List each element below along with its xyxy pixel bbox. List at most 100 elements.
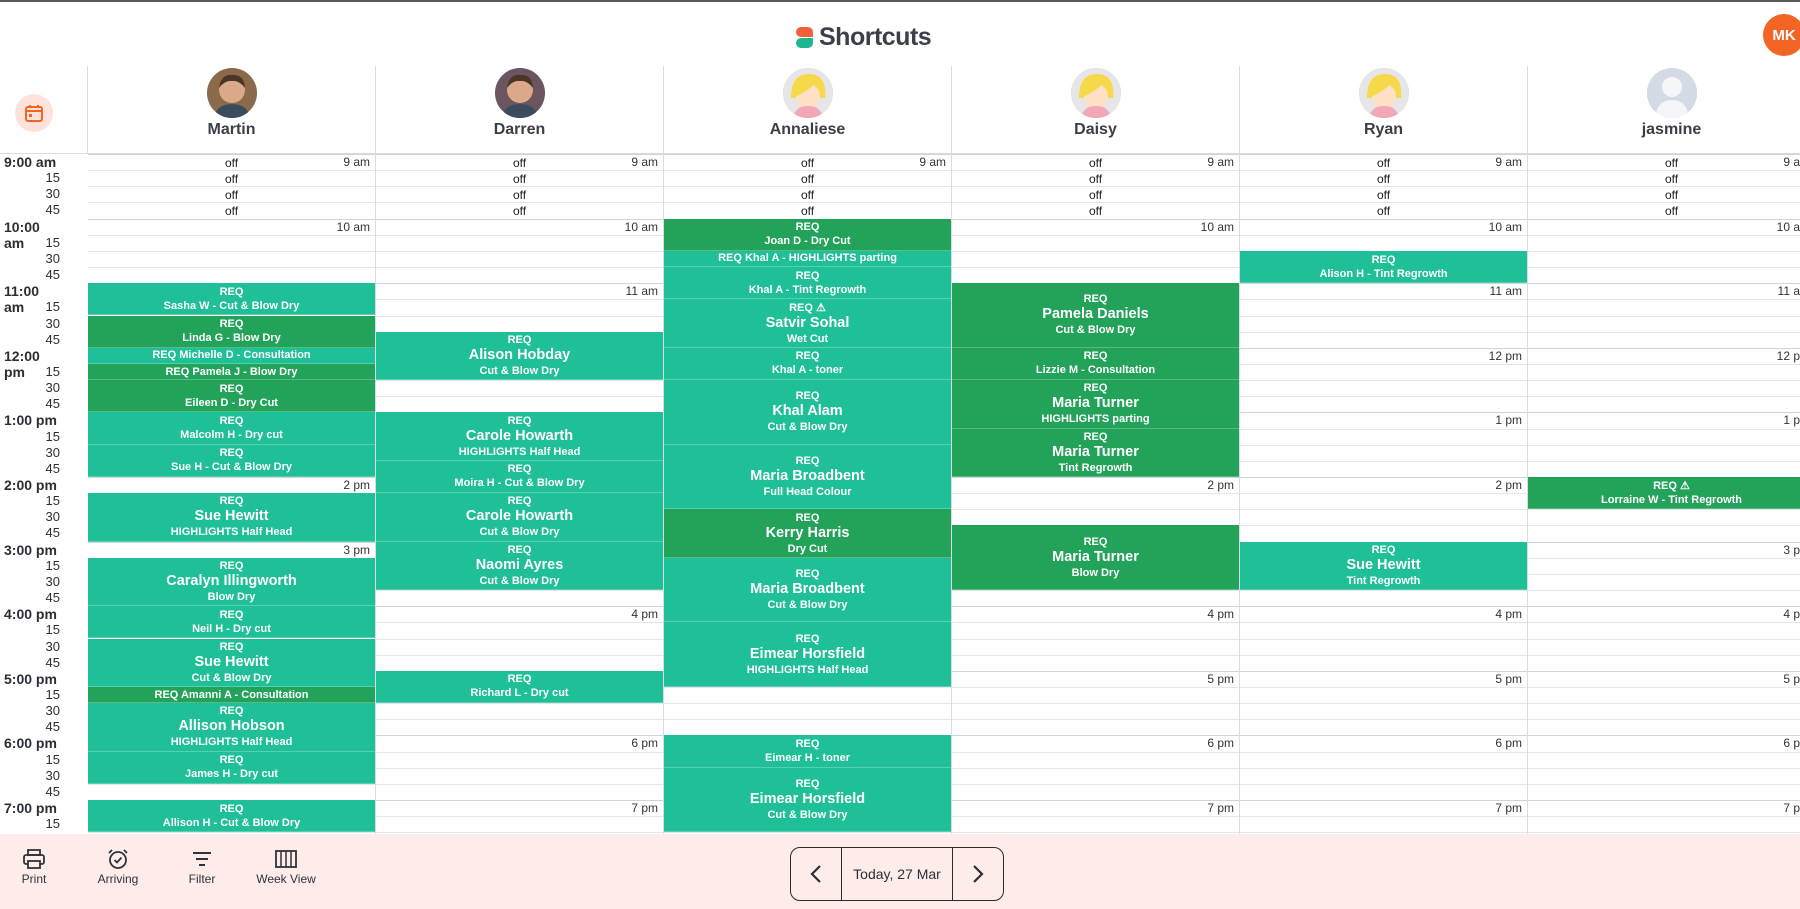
appointment-block[interactable]: REQ James H - Dry cut: [88, 751, 375, 784]
appointment-block[interactable]: REQ Pamela J - Blow Dry: [88, 363, 375, 381]
staff-header-jasmine[interactable]: jasmine: [1528, 66, 1800, 154]
appointment-block[interactable]: REQ Eimear Horsfield Cut & Blow Dry: [664, 767, 951, 833]
staff-column-annaliese[interactable]: offoffoffoff9 am10 am11 am12 pm1 pm2 pm3…: [664, 154, 952, 834]
hour-marker: 4 pm: [631, 607, 658, 622]
time-label: 45: [45, 590, 60, 606]
appointment-block[interactable]: REQ Khal A - toner: [664, 347, 951, 381]
appointment-block[interactable]: REQ Pamela Daniels Cut & Blow Dry: [952, 283, 1239, 348]
appointment-block[interactable]: REQ Maria Broadbent Cut & Blow Dry: [664, 557, 951, 623]
staff-header-ryan[interactable]: Ryan: [1240, 66, 1528, 154]
slot-divider: [376, 783, 663, 785]
staff-name: jasmine: [1641, 121, 1702, 138]
appointment-block[interactable]: REQ Kerry Harris Dry Cut: [664, 509, 951, 558]
shortcuts-logo[interactable]: Shortcuts: [796, 22, 932, 52]
staff-column-jasmine[interactable]: offoffoffoff9 am10 am11 am12 pm1 pm2 pm3…: [1528, 154, 1800, 834]
appointment-block[interactable]: REQ Linda G - Blow Dry: [88, 315, 375, 348]
client-name: Sue Hewitt: [1346, 556, 1421, 573]
slot-divider: [1240, 477, 1527, 478]
request-badge: REQ: [1083, 430, 1108, 443]
appointment-block[interactable]: REQ Neil H - Dry cut: [88, 606, 375, 639]
staff-header-daisy[interactable]: Daisy: [952, 66, 1240, 154]
hour-marker: 7 pm: [1495, 801, 1522, 815]
staff-photo: [494, 68, 545, 118]
staff-column-darren[interactable]: offoffoffoff9 am10 am11 am12 pm1 pm2 pm3…: [376, 154, 664, 834]
appointment-block[interactable]: REQ Sue Hewitt Cut & Blow Dry: [88, 638, 375, 687]
slot-divider: [1528, 751, 1800, 753]
appointment-block[interactable]: REQ Khal A - HIGHLIGHTS parting: [664, 250, 951, 268]
time-label: 45: [45, 654, 60, 670]
appointment-block[interactable]: REQ Alison H - Tint Regrowth: [1240, 250, 1527, 284]
current-date-button[interactable]: Today, 27 Mar: [841, 848, 953, 900]
next-day-button[interactable]: [953, 848, 1003, 900]
service-name: Dry Cut: [787, 542, 828, 555]
time-label: 11:00 am: [4, 283, 40, 316]
appointment-block[interactable]: REQ Naomi Ayres Cut & Blow Dry: [376, 541, 663, 591]
appointment-block[interactable]: REQ Sue Hewitt Tint Regrowth: [1240, 541, 1527, 591]
appointment-block[interactable]: REQ Carole Howarth Cut & Blow Dry: [376, 493, 663, 542]
date-picker-button[interactable]: [15, 94, 53, 132]
slot-divider: [376, 315, 663, 317]
filter-button[interactable]: Filter: [185, 846, 219, 886]
client-name: Carole Howarth: [465, 508, 574, 525]
appointment-block[interactable]: REQ Lizzie M - Consultation: [952, 347, 1239, 381]
appointment-block[interactable]: REQ Joan D - Dry Cut: [664, 218, 951, 251]
appointment-block[interactable]: REQ Moira H - Cut & Blow Dry: [376, 460, 663, 494]
printer-icon: [23, 849, 45, 869]
week-view-button[interactable]: Week View: [254, 846, 318, 886]
request-badge: REQ: [1083, 293, 1108, 306]
slot-divider: [1240, 670, 1527, 672]
arriving-button[interactable]: Arriving: [92, 846, 144, 886]
staff-header-martin[interactable]: Martin: [88, 66, 376, 154]
appointment-block[interactable]: REQ Maria Turner HIGHLIGHTS parting: [952, 380, 1239, 429]
appointment-block[interactable]: REQ ⚠ Lorraine W - Tint Regrowth: [1528, 477, 1800, 510]
appointment-block[interactable]: REQ Carole Howarth HIGHLIGHTS Half Head: [376, 412, 663, 461]
appointment-block[interactable]: REQ Sue H - Cut & Blow Dry: [88, 444, 375, 477]
appointment-block[interactable]: REQ Khal Alam Cut & Blow Dry: [664, 380, 951, 445]
user-avatar[interactable]: MK: [1763, 14, 1800, 56]
staff-column-ryan[interactable]: offoffoffoff9 am10 am11 am12 pm1 pm2 pm3…: [1240, 154, 1528, 834]
client-name: Sue Hewitt: [194, 653, 269, 670]
appointment-block[interactable]: REQ Eimear Horsfield HIGHLIGHTS Half Head: [664, 622, 951, 687]
request-badge: REQ: [1083, 382, 1108, 395]
request-badge: REQ: [219, 318, 244, 331]
time-label: 15: [45, 170, 60, 186]
appointment-block[interactable]: REQ Allison Hobson HIGHLIGHTS Half Head: [88, 703, 375, 752]
request-badge: REQ: [219, 447, 244, 460]
appointment-block[interactable]: REQ Khal A - Tint Regrowth: [664, 267, 951, 300]
hour-marker: 11 am: [1489, 284, 1522, 299]
appointment-block[interactable]: REQ ⚠ Satvir Sohal Wet Cut: [664, 299, 951, 348]
appointment-block[interactable]: REQ Michelle D - Consultation: [88, 347, 375, 364]
hour-marker: 5 pm: [1495, 671, 1522, 686]
slot-divider: [376, 800, 663, 801]
appointment-block[interactable]: REQ Malcolm H - Dry cut: [88, 412, 375, 445]
appointment-block[interactable]: REQ Eileen D - Dry Cut: [88, 380, 375, 413]
client-name: Naomi Ayres: [475, 556, 564, 573]
off-marker: off: [224, 188, 239, 203]
appointment-block[interactable]: REQ Maria Turner Tint Regrowth: [952, 428, 1239, 477]
staff-column-martin[interactable]: offoffoffoff9 am10 am11 am12 pm1 pm2 pm3…: [88, 154, 376, 834]
appointment-block[interactable]: REQ Eimear H - toner: [664, 735, 951, 768]
appointment-block[interactable]: REQ Maria Broadbent Full Head Colour: [664, 444, 951, 510]
appointment-block[interactable]: REQ Maria Turner Blow Dry: [952, 525, 1239, 591]
slot-divider: [952, 477, 1239, 478]
slot-divider: [952, 816, 1239, 818]
slot-divider: [952, 606, 1239, 608]
appointment-block[interactable]: REQ Caralyn Illingworth Blow Dry: [88, 557, 375, 607]
appointment-summary: Alison H - Tint Regrowth: [1319, 267, 1448, 280]
appointment-block[interactable]: REQ Alison Hobday Cut & Blow Dry: [376, 331, 663, 381]
slot-divider: [664, 719, 951, 721]
appointment-block[interactable]: REQ Amanni A - Consultation: [88, 686, 375, 704]
appointment-block[interactable]: REQ Richard L - Dry cut: [376, 670, 663, 704]
staff-header-darren[interactable]: Darren: [376, 66, 664, 154]
time-label: 30: [45, 509, 60, 525]
previous-day-button[interactable]: [791, 848, 841, 900]
staff-column-daisy[interactable]: offoffoffoff9 am10 am11 am12 pm1 pm2 pm3…: [952, 154, 1240, 834]
appointment-block[interactable]: REQ Allison H - Cut & Blow Dry: [88, 800, 375, 833]
print-button[interactable]: Print: [14, 846, 54, 886]
appointment-block[interactable]: REQ Sasha W - Cut & Blow Dry: [88, 283, 375, 316]
client-name: Sue Hewitt: [194, 508, 269, 525]
off-marker: off: [1376, 188, 1391, 203]
appointment-block[interactable]: REQ Sue Hewitt HIGHLIGHTS Half Head: [88, 493, 375, 542]
off-marker: off: [224, 172, 239, 187]
staff-header-annaliese[interactable]: Annaliese: [664, 66, 952, 154]
